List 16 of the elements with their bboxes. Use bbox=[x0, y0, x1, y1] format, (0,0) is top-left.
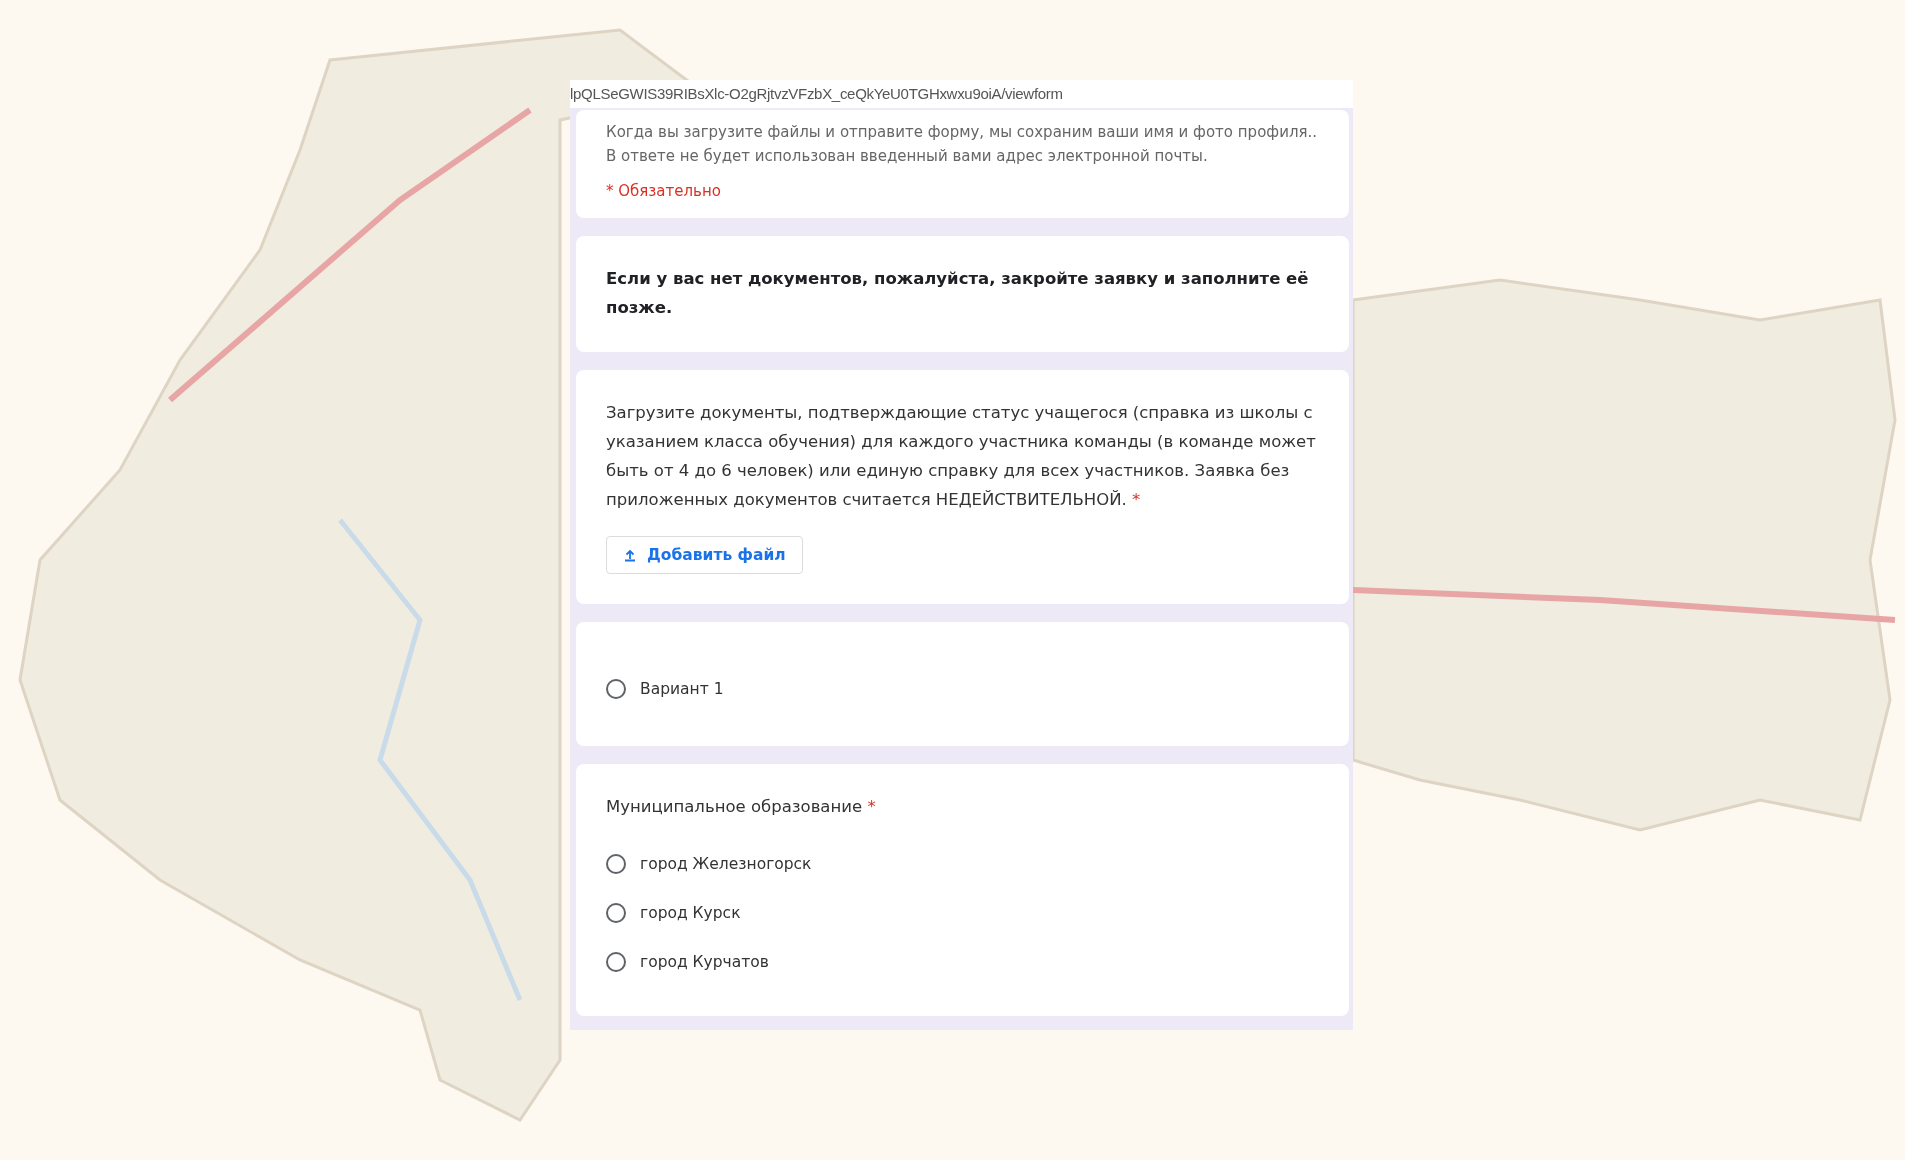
radio-button[interactable] bbox=[606, 853, 626, 874]
question-text: Загрузите документы, подтверждающие статус учащегося (справка из школы с указанием класса обучения) для каждого участника команды (в команде может быть от 4 до 6 человек) или единую справку для всех участников. Заявка без приложенных документов считается НЕДЕЙСТВИТЕЛЬНОЙ. * bbox=[606, 402, 1317, 511]
required-note: * Обязательно bbox=[606, 182, 722, 200]
option-label: город Курчатов bbox=[640, 952, 769, 971]
radio-button[interactable] bbox=[606, 678, 626, 699]
option-label: город Курск bbox=[640, 903, 741, 922]
radio-button[interactable] bbox=[606, 902, 626, 923]
option-label: город Железногорск bbox=[640, 854, 812, 873]
address-bar[interactable]: lpQLSeGWIS39RIBsXlc-O2gRjtvzVFzbX_ceQkYeU0TGHxwxu9oiA/viewform bbox=[570, 80, 1353, 108]
question-title: Муниципальное образование * bbox=[606, 796, 877, 818]
radio-button[interactable] bbox=[606, 951, 626, 972]
notice-text: Если у вас нет документов, пожалуйста, закройте заявку и заполните её позже. bbox=[606, 268, 1310, 319]
form-note: Когда вы загрузите файлы и отправите форму, мы сохраним ваши имя и фото профиля.. В ответе не будет использован введенный вами адрес электронной почты. bbox=[606, 122, 1319, 167]
upload-icon bbox=[623, 548, 637, 562]
option-label: Вариант 1 bbox=[640, 679, 724, 698]
add-file-button[interactable]: Добавить файл bbox=[606, 536, 803, 574]
